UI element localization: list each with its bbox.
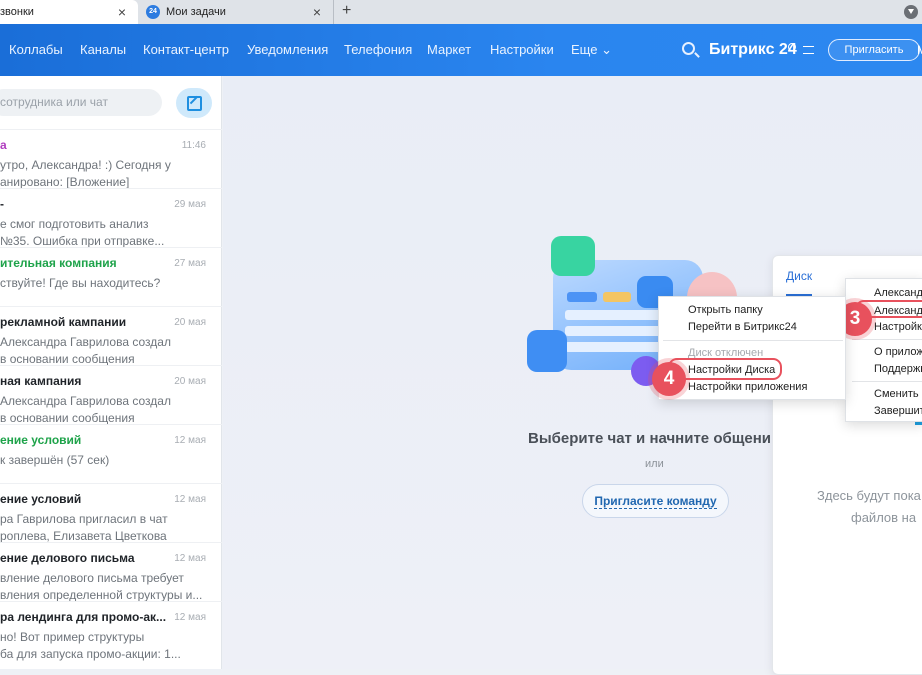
chat-title: ение делового письма [0, 551, 135, 565]
chat-title: ительная компания [0, 256, 117, 270]
chat-time: 20 мая [174, 317, 206, 328]
chat-list-item[interactable]: ительная компания 27 мая ствуйте! Где вы… [0, 247, 222, 306]
menu-item-change[interactable]: Сменить п [874, 388, 922, 400]
chat-title: ение условий [0, 492, 82, 506]
chat-title: - [0, 197, 4, 211]
menu-item-settings[interactable]: Настройки [874, 321, 922, 333]
tab-title: звонки [0, 6, 34, 18]
top-navigation: Коллабы Каналы Контакт-центр Уведомления… [0, 24, 922, 76]
chat-preview: ствуйте! Где вы находитесь? [0, 276, 161, 290]
chat-preview: вления определенной структуры и... [0, 588, 203, 602]
nav-item-contact-center[interactable]: Контакт-центр [143, 24, 229, 76]
new-tab-button[interactable]: + [342, 0, 351, 22]
menu-item-about[interactable]: О приложе [874, 346, 922, 358]
chat-preview: ра Гаврилова пригласил в чат [0, 512, 168, 526]
chat-preview: Александра Гаврилова создал [0, 335, 171, 349]
nav-item-settings[interactable]: Настройки [490, 24, 554, 76]
chat-preview: вление делового письма требует [0, 571, 184, 585]
invite-button[interactable]: Пригласить [828, 39, 920, 61]
tray-context-menu: Открыть папку Перейти в Битрикс24 Диск о… [658, 296, 846, 400]
download-icon[interactable] [904, 5, 918, 19]
tab-title: Мои задачи [166, 6, 226, 18]
disk-empty-text: Здесь будут пока [817, 488, 921, 503]
funnel-icon [551, 236, 595, 276]
chat-preview: в основании сообщения [0, 411, 135, 425]
calendar-icon [527, 330, 567, 372]
chat-time: 27 мая [174, 258, 206, 269]
chat-title: ра лендинга для промо-ак... [0, 610, 167, 624]
chat-preview: утро, Александра! :) Сегодня у [0, 158, 171, 172]
chat-list-sidebar: сотрудника или чат а 11:46 утро, Алексан… [0, 76, 222, 669]
chat-time: 12 мая [174, 494, 206, 505]
nav-item-truncated[interactable]: М [917, 24, 922, 76]
chat-time: 11:46 [181, 140, 206, 151]
clock-icon [788, 43, 796, 51]
nav-item-channels[interactable]: Каналы [80, 24, 126, 76]
chat-title: а [0, 138, 7, 152]
chat-list-item[interactable]: ная кампания 20 мая Александра Гаврилова… [0, 365, 222, 425]
browser-tab-calls[interactable]: звонки × [0, 0, 138, 24]
chat-time: 12 мая [174, 435, 206, 446]
disk-empty-text: файлов на [851, 510, 917, 525]
chat-list-item[interactable]: - 29 мая е смог подготовить анализ №35. … [0, 188, 222, 248]
chat-search-input[interactable]: сотрудника или чат [0, 89, 162, 116]
brand-logo: Битрикс 24 [709, 41, 797, 58]
chat-preview: роплева, Елизавета Цветкова [0, 529, 167, 543]
chat-list-item[interactable]: ра лендинга для промо-ак... 12 мая но! В… [0, 601, 222, 661]
chat-time: 12 мая [174, 553, 206, 564]
chat-preview: ба для запуска промо-акции: 1... [0, 647, 181, 661]
chat-preview: е смог подготовить анализ [0, 217, 149, 231]
search-icon[interactable] [682, 42, 695, 55]
menu-item-open-folder[interactable]: Открыть папку [688, 304, 763, 316]
bitrix-favicon-icon: 24 [146, 5, 160, 19]
browser-tab-strip: звонки × 24 Мои задачи × + [0, 0, 922, 24]
chat-list-item[interactable]: ение условий 12 мая к завершён (57 сек) [0, 424, 222, 483]
chat-title: ная кампания [0, 374, 82, 388]
chat-preview: Александра Гаврилова создал [0, 394, 171, 408]
menu-item-support[interactable]: Поддержк [874, 363, 922, 375]
chat-preview: к завершён (57 сек) [0, 453, 110, 467]
settings-toggle-icon[interactable] [803, 46, 814, 54]
menu-separator [663, 340, 843, 341]
disk-tab[interactable]: Диск [786, 269, 812, 283]
invite-team-button[interactable]: Пригласите команду [582, 484, 729, 518]
step-4-badge: 4 [652, 362, 686, 396]
menu-separator [852, 339, 922, 340]
chat-title: рекламной кампании [0, 315, 127, 329]
nav-item-more[interactable]: Еще ⌄ [571, 24, 612, 76]
empty-state-title: Выберите чат и начните общени [528, 430, 772, 447]
menu-separator [852, 381, 922, 382]
close-tab-icon[interactable]: × [118, 0, 126, 24]
nav-item-collabs[interactable]: Коллабы [9, 24, 63, 76]
menu-item-account[interactable]: Александр [874, 287, 922, 299]
nav-item-market[interactable]: Маркет [427, 24, 471, 76]
chat-time: 20 мая [174, 376, 206, 387]
menu-item-go-to-bitrix[interactable]: Перейти в Битрикс24 [688, 321, 797, 333]
chat-list-item[interactable]: рекламной кампании 20 мая Александра Гав… [0, 306, 222, 366]
chat-preview: №35. Ошибка при отправке... [0, 234, 165, 248]
close-tab-icon[interactable]: × [313, 0, 321, 24]
chat-preview: в основании сообщения [0, 352, 135, 366]
nav-item-notifications[interactable]: Уведомления [247, 24, 328, 76]
chat-list-item[interactable]: а 11:46 утро, Александра! :) Сегодня у а… [0, 129, 222, 189]
chat-preview: анировано: [Вложение] [0, 175, 130, 189]
chat-list-item[interactable]: ение делового письма 12 мая вление делов… [0, 542, 222, 602]
new-chat-compose-icon[interactable] [176, 88, 212, 118]
nav-item-telephony[interactable]: Телефония [344, 24, 412, 76]
menu-item-app-settings[interactable]: Настройки приложения [688, 381, 807, 393]
chat-time: 29 мая [174, 199, 206, 210]
empty-state-or: или [645, 458, 664, 470]
chat-title: ение условий [0, 433, 82, 447]
chat-preview: но! Вот пример структуры [0, 630, 145, 644]
chat-time: 12 мая [174, 612, 206, 623]
browser-tab-my-tasks[interactable]: 24 Мои задачи × [138, 0, 334, 24]
invite-team-label: Пригласите команду [594, 494, 717, 509]
chat-list-item[interactable]: ение условий 12 мая ра Гаврилова приглас… [0, 483, 222, 543]
sync-indicator-icon [915, 422, 922, 425]
menu-item-exit[interactable]: Завершить [874, 405, 922, 417]
